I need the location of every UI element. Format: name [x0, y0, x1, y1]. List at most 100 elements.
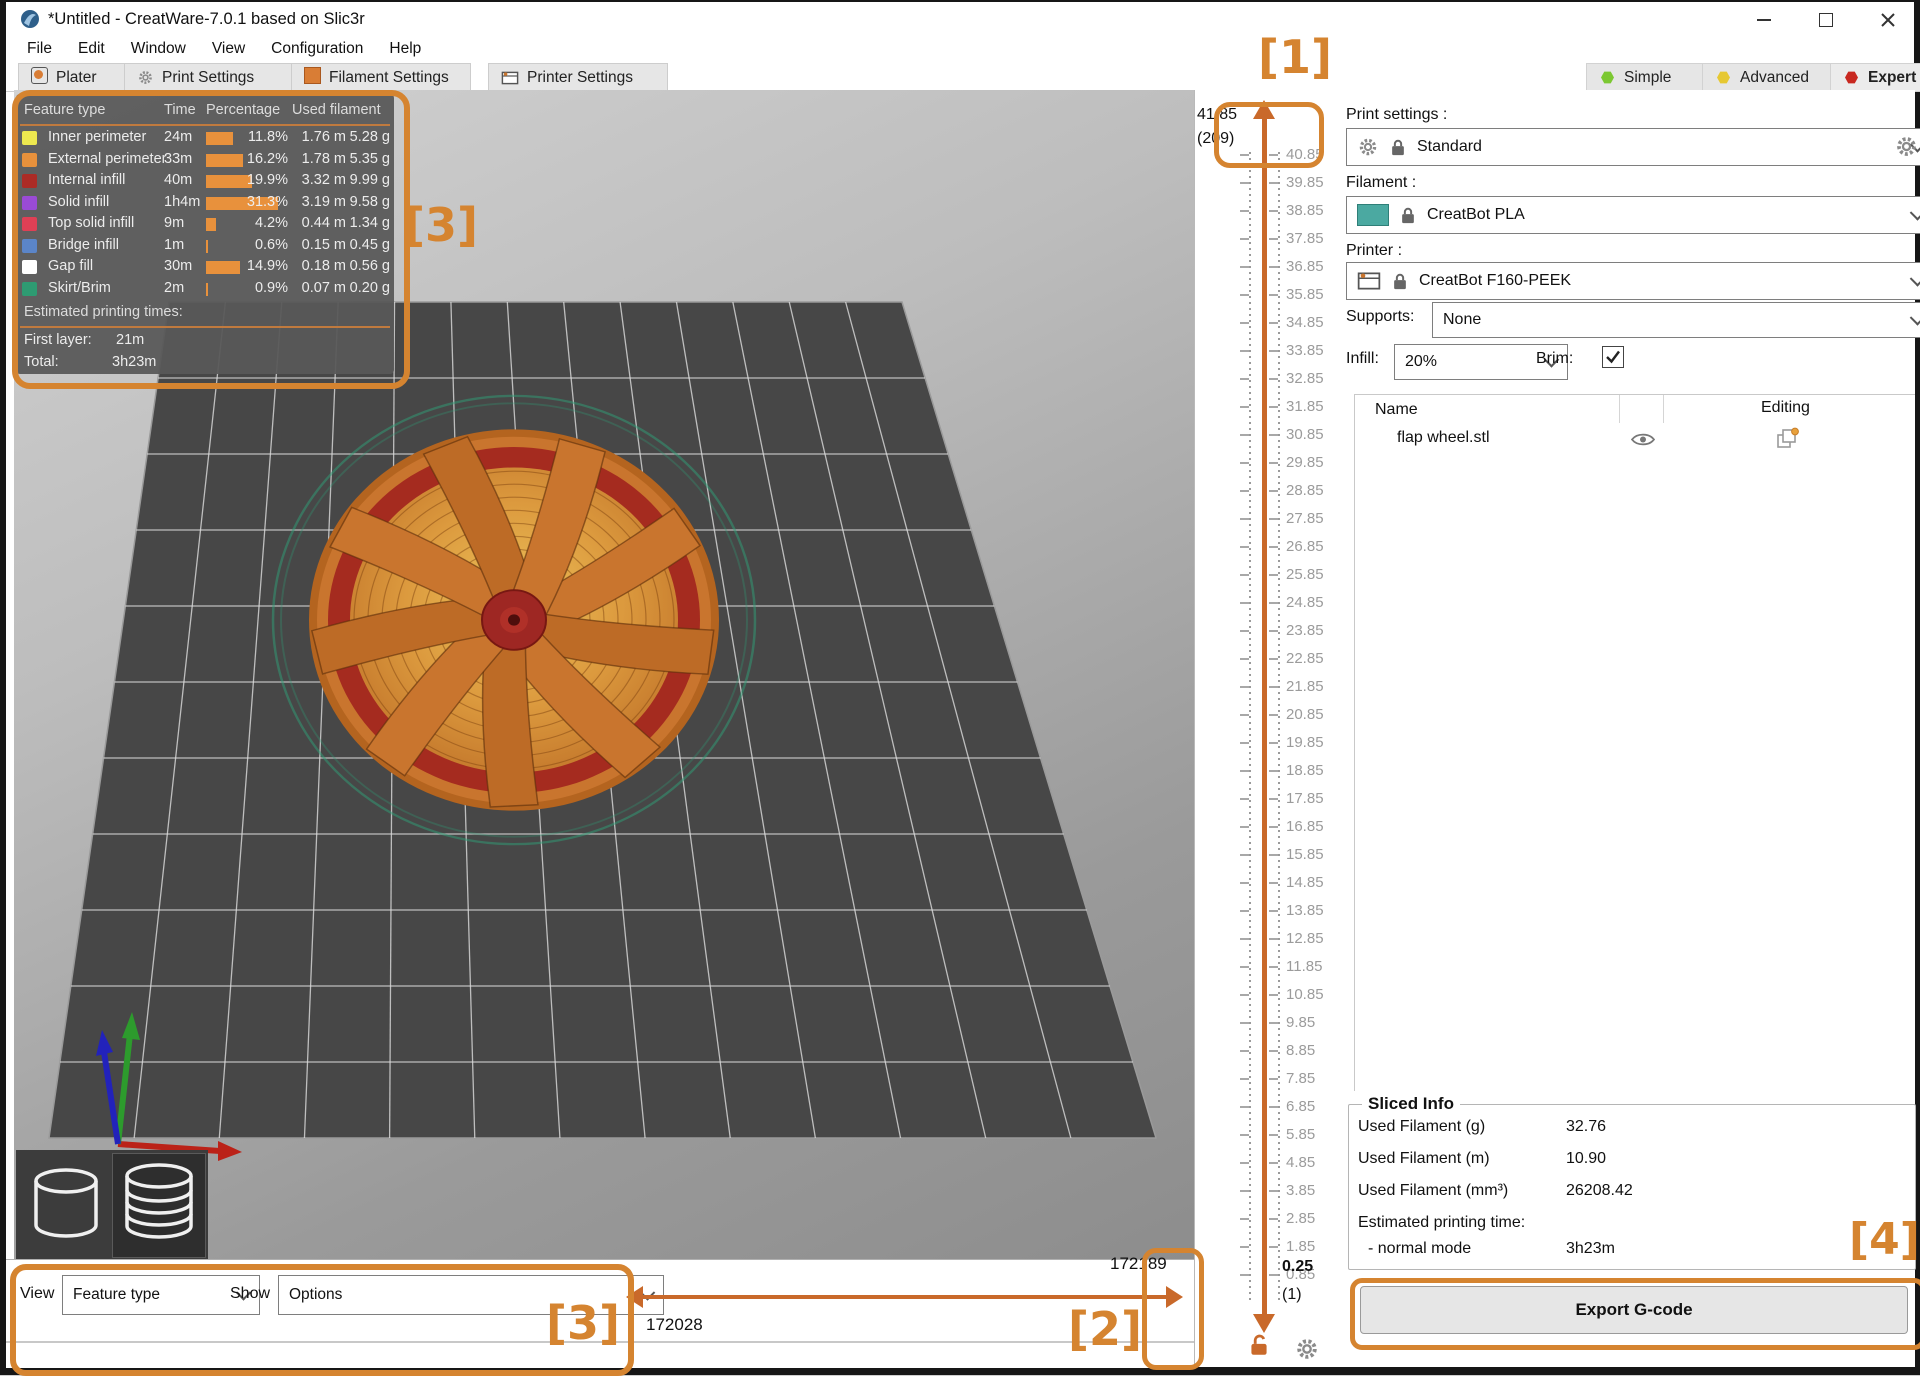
tab-label: Plater	[56, 68, 97, 86]
feature-percentage: 11.8%	[247, 129, 288, 145]
minimize-button[interactable]	[1746, 10, 1782, 30]
cylinder-solid-icon	[34, 1168, 98, 1238]
feature-row: Gap fill 30m 14.9% 0.18 m 0.56 g	[16, 257, 394, 278]
gear-icon	[1357, 136, 1379, 158]
tab-print-settings[interactable]: Print Settings	[124, 63, 304, 92]
chevron-down-icon	[1909, 271, 1920, 287]
filament-select[interactable]: CreatBot PLA	[1346, 196, 1920, 234]
cylinder-layers-icon	[125, 1163, 193, 1239]
tab-label: Filament Settings	[329, 68, 449, 86]
plater-icon	[31, 66, 48, 89]
feature-time: 33m	[164, 150, 193, 167]
menu-item-file[interactable]: File	[14, 40, 65, 58]
feature-used-g: 0.45 g	[349, 236, 390, 253]
edit-object-icon[interactable]	[1775, 427, 1799, 451]
feature-time: 24m	[164, 129, 193, 145]
header-separator	[20, 124, 390, 126]
lock-icon	[1391, 271, 1409, 292]
layer-lock-icon[interactable]	[1248, 1332, 1270, 1358]
feature-row: Internal infill 40m 19.9% 3.32 m 9.99 g	[16, 171, 394, 192]
feature-used-m: 0.44 m	[301, 215, 346, 231]
feature-label: External perimeter	[48, 150, 167, 167]
feature-row: Inner perimeter 24m 11.8% 1.76 m 5.28 g	[16, 128, 394, 149]
feature-percentage: 31.3%	[246, 193, 288, 210]
layers-view-button[interactable]	[112, 1153, 206, 1258]
tab-printer-settings[interactable]: Printer Settings	[488, 63, 668, 92]
feature-percentage: 0.6%	[254, 236, 288, 253]
toolbar: Plater Print Settings Filament Settings Pri…	[6, 62, 1920, 92]
feature-percentage: 0.9%	[254, 279, 288, 296]
menu-item-window[interactable]: Window	[118, 40, 199, 58]
menu-item-view[interactable]: View	[199, 40, 258, 58]
range-slider-left-handle[interactable]	[626, 1286, 643, 1308]
filament-value: CreatBot PLA	[1427, 206, 1525, 223]
feature-used-g: 5.35 g	[349, 150, 390, 167]
show-label: Show	[230, 1285, 271, 1302]
feature-used-g: 0.56 g	[349, 258, 390, 274]
export-gcode-button[interactable]: Export G-code	[1360, 1286, 1908, 1334]
feature-label: Internal infill	[48, 172, 126, 188]
viewport-3d[interactable]: Feature type Time Percentage Used filame…	[14, 90, 1194, 1259]
close-button[interactable]	[1870, 10, 1906, 30]
range-slider-track[interactable]	[642, 1295, 1168, 1299]
printer-select[interactable]: CreatBot F160-PEEK	[1346, 262, 1920, 300]
view-value: Feature type	[73, 1286, 161, 1303]
layer-slider-track[interactable]	[1262, 118, 1267, 1314]
tab-plater[interactable]: Plater	[18, 63, 128, 92]
visibility-eye-icon[interactable]	[1631, 431, 1655, 448]
view-mode-panel	[16, 1150, 208, 1259]
menu-bar: File Edit Window View Configuration Help	[6, 36, 1920, 62]
feature-used-m: 3.19 m	[301, 193, 346, 210]
brim-checkbox[interactable]	[1602, 346, 1624, 368]
menu-item-configuration[interactable]: Configuration	[258, 40, 376, 58]
feature-time: 1h4m	[164, 193, 201, 210]
print-settings-value: Standard	[1417, 138, 1482, 155]
menu-item-help[interactable]: Help	[376, 40, 434, 58]
feature-color-swatch	[22, 174, 37, 188]
layer-settings-gear-icon[interactable]	[1294, 1336, 1320, 1362]
feature-color-swatch	[22, 131, 37, 145]
maximize-button[interactable]	[1808, 10, 1844, 30]
infill-select[interactable]: 20%	[1394, 344, 1568, 380]
time-col-header: Time	[164, 102, 196, 118]
feature-label: Bridge infill	[48, 236, 119, 253]
window-title: *Untitled - CreatWare-7.0.1 based on Sli…	[48, 10, 365, 28]
title-bar: *Untitled - CreatWare-7.0.1 based on Sli…	[6, 2, 1914, 36]
mode-expert[interactable]: Expert	[1830, 63, 1920, 92]
menu-item-edit[interactable]: Edit	[65, 40, 118, 58]
percentage-col-header: Percentage	[206, 102, 281, 118]
feature-label: Top solid infill	[48, 215, 135, 231]
lock-icon	[1399, 205, 1417, 226]
tab-label: Print Settings	[162, 68, 255, 86]
feature-label: Solid infill	[48, 193, 110, 210]
feature-color-swatch	[22, 195, 37, 210]
table-row[interactable]: flap wheel.stl	[1355, 425, 1915, 455]
feature-used-m: 0.15 m	[301, 236, 346, 253]
layer-top-value: 41.85	[1197, 106, 1238, 123]
feature-row: Top solid infill 9m 4.2% 0.44 m 1.34 g	[16, 214, 394, 235]
tab-filament-settings[interactable]: Filament Settings	[291, 63, 471, 92]
feature-row: Solid infill 1h4m 31.3% 3.19 m 9.58 g	[16, 193, 394, 214]
layer-slider-bottom-handle[interactable]	[1253, 1314, 1275, 1333]
feature-time: 2m	[164, 279, 185, 296]
print-settings-gear-icon[interactable]	[1894, 134, 1919, 159]
feature-label: Skirt/Brim	[48, 279, 111, 296]
feature-percentage: 16.2%	[246, 150, 288, 167]
show-select[interactable]: Options	[278, 1275, 664, 1315]
print-settings-select[interactable]: Standard	[1346, 128, 1920, 166]
printer-value: CreatBot F160-PEEK	[1419, 272, 1572, 289]
range-slider-right-handle[interactable]	[1166, 1286, 1183, 1308]
supports-select[interactable]: None	[1432, 302, 1920, 338]
feature-color-swatch	[22, 238, 37, 253]
chevron-down-icon	[1909, 310, 1920, 326]
tab-label: Printer Settings	[527, 68, 633, 86]
layer-slider-top-handle[interactable]	[1253, 100, 1275, 119]
show-value: Options	[289, 1286, 343, 1303]
feature-label: Gap fill	[48, 258, 94, 274]
feature-time: 1m	[164, 236, 185, 253]
infill-value: 20%	[1405, 353, 1438, 370]
feature-percentage-bar	[206, 218, 216, 231]
solid-view-button[interactable]	[24, 1158, 108, 1252]
feature-percentage: 19.9%	[246, 172, 288, 188]
feature-percentage-bar	[206, 282, 209, 296]
